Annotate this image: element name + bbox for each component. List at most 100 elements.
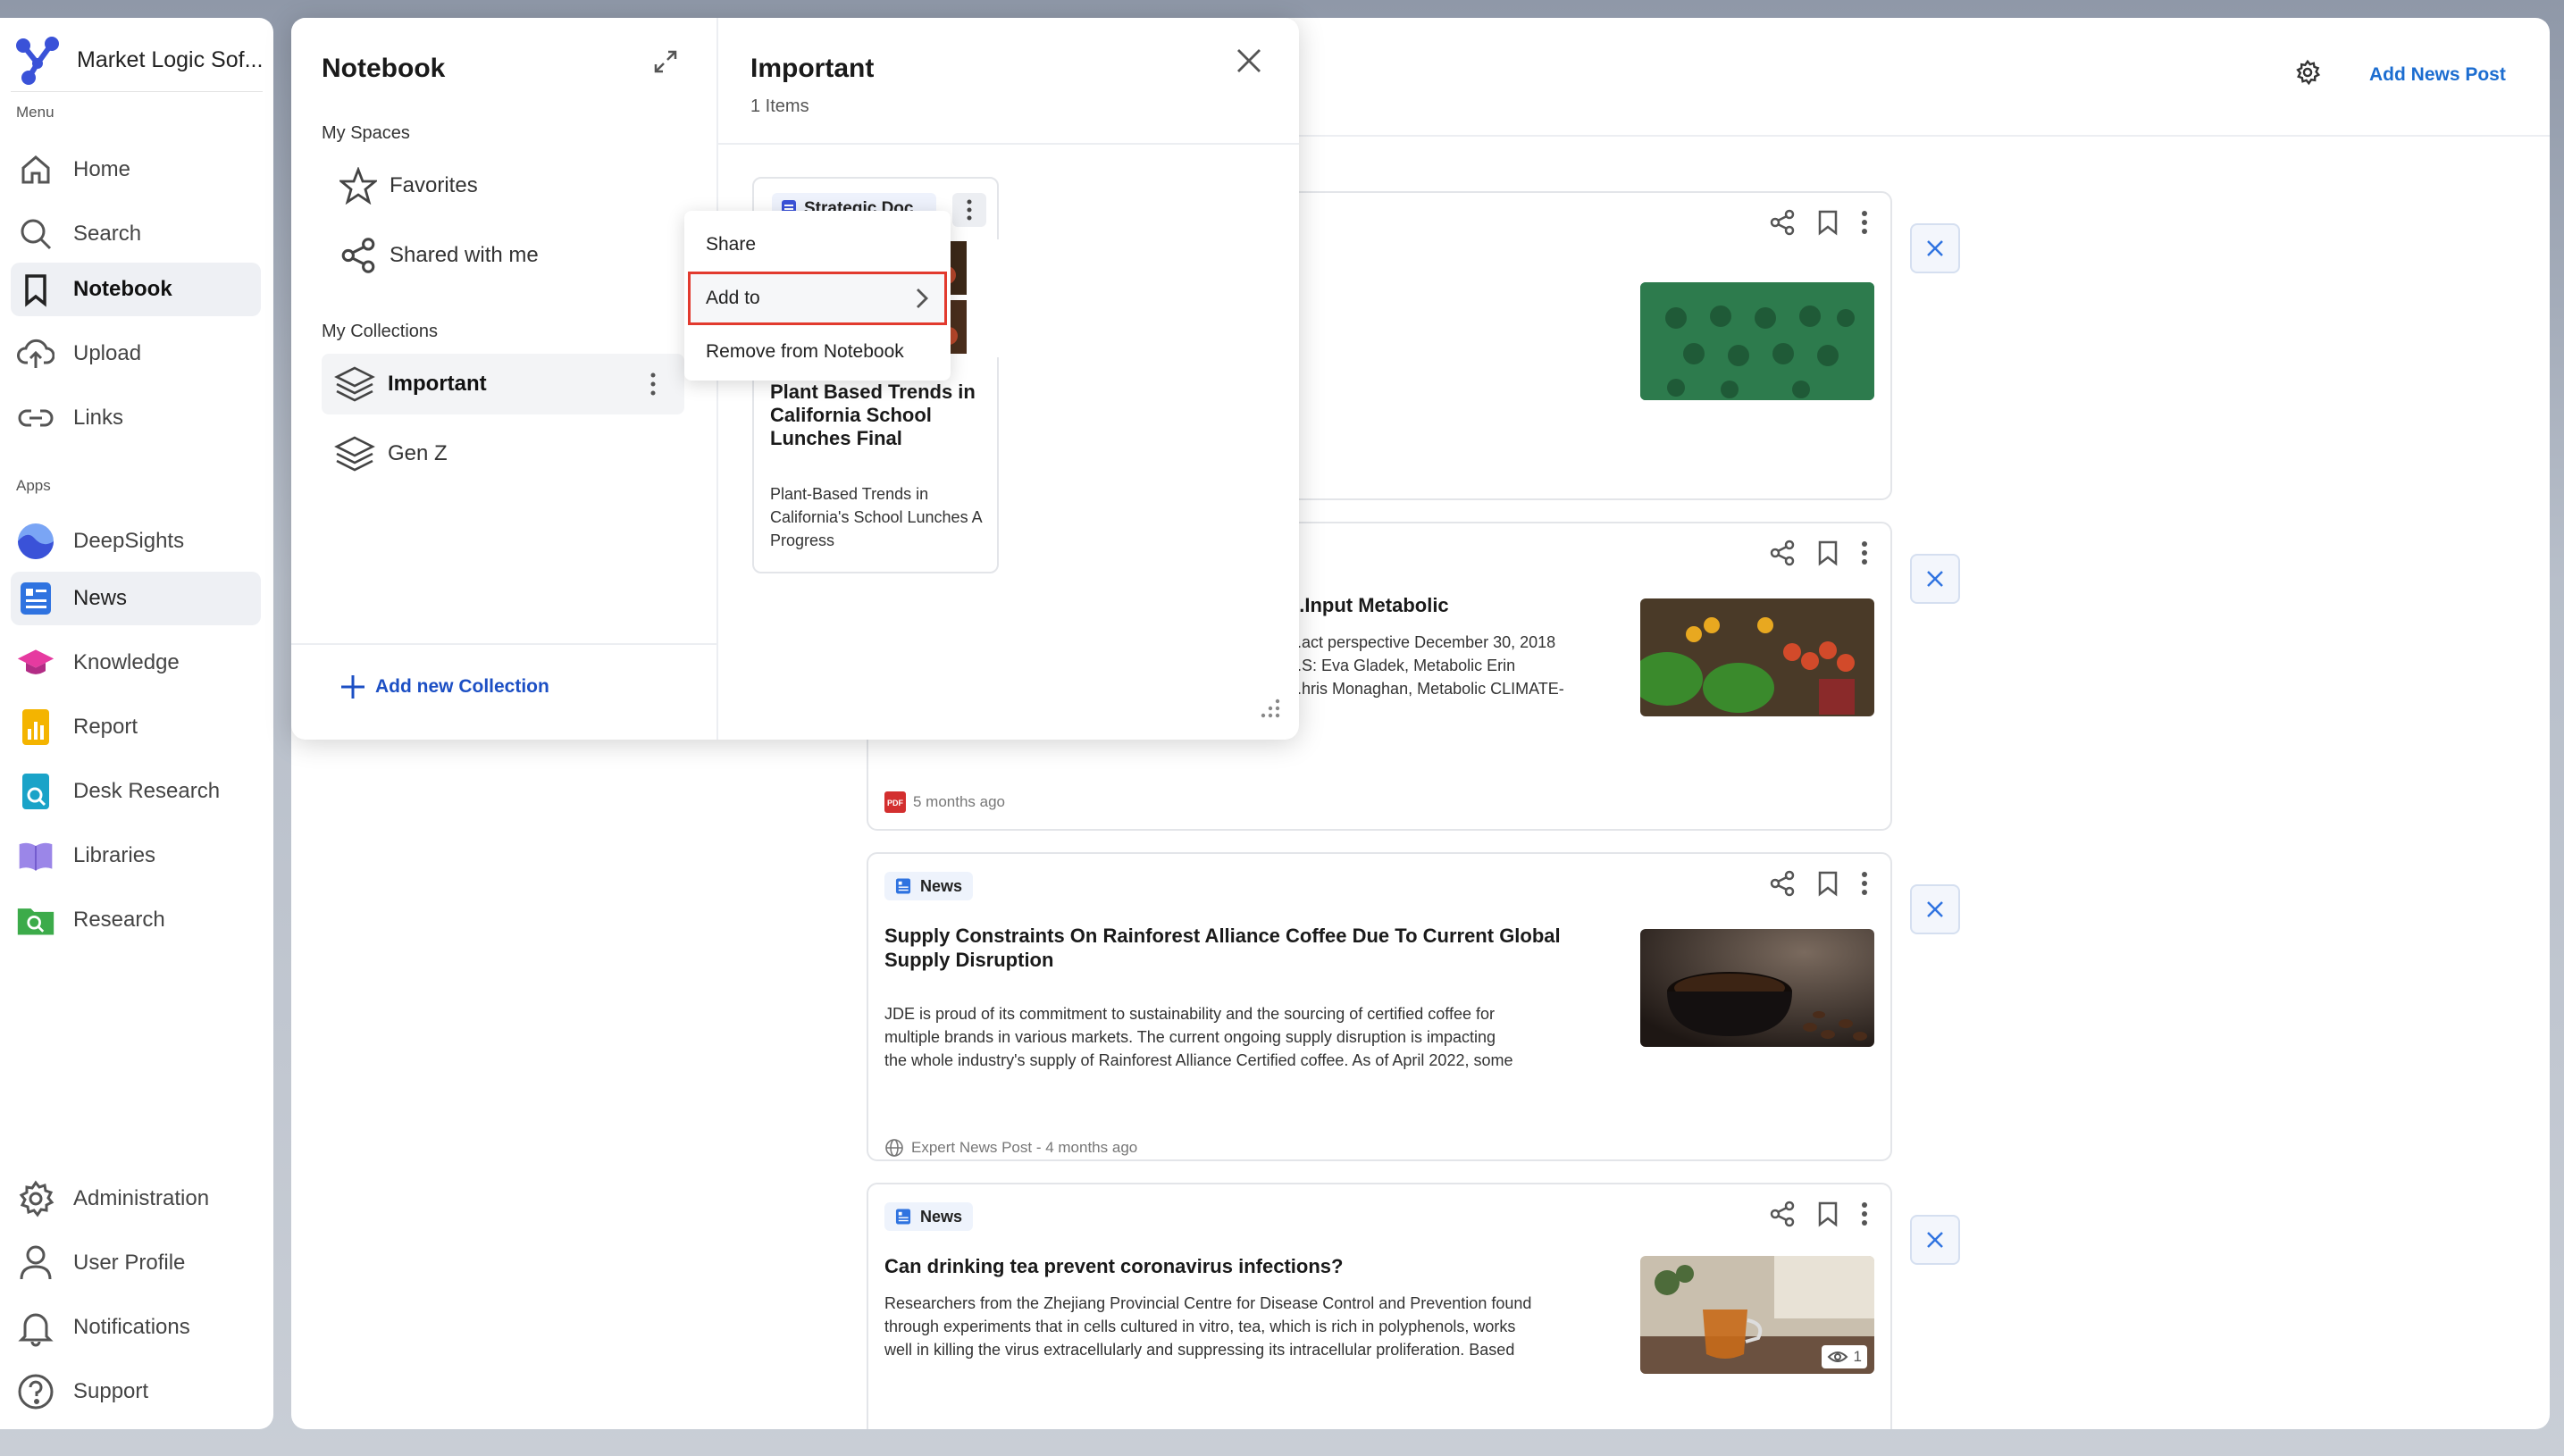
card-thumbnail — [1640, 598, 1874, 716]
card-thumbnail — [1640, 929, 1874, 1047]
collection-header: Important 1 Items — [718, 18, 1299, 145]
sidebar-item-news[interactable]: News — [11, 572, 261, 625]
more-vertical-icon[interactable] — [1860, 540, 1869, 566]
sidebar-item-administration[interactable]: Administration — [11, 1172, 261, 1226]
sidebar-item-notifications[interactable]: Notifications — [11, 1301, 261, 1354]
share-icon[interactable] — [1769, 540, 1796, 566]
notebook-footer: Add new Collection — [291, 643, 718, 740]
sidebar-item-report[interactable]: Report — [11, 700, 261, 754]
resize-grip-icon — [1261, 699, 1280, 718]
collection-gen-z[interactable]: Gen Z — [322, 423, 679, 484]
document-title[interactable]: Plant Based Trends in California School … — [770, 381, 993, 450]
expand-icon — [654, 50, 677, 73]
collection-important[interactable]: Important — [322, 354, 684, 414]
menu-item-remove-from-notebook[interactable]: Remove from Notebook — [684, 325, 951, 379]
sidebar-item-search[interactable]: Search — [11, 207, 261, 261]
my-collections-label: My Collections — [322, 322, 439, 341]
sidebar-item-research[interactable]: Research — [11, 893, 261, 947]
sidebar-item-knowledge[interactable]: Knowledge — [11, 636, 261, 690]
sidebar-item-user-profile[interactable]: User Profile — [11, 1236, 261, 1290]
news-icon — [895, 878, 911, 894]
dismiss-button[interactable] — [1910, 554, 1960, 604]
share-icon — [341, 238, 375, 273]
more-vertical-icon[interactable] — [1860, 870, 1869, 897]
content-type-badge: News — [884, 1202, 974, 1231]
bookmark-icon[interactable] — [1817, 870, 1839, 897]
news-card[interactable]: News Supply Constraints On Rainforest Al… — [867, 852, 1892, 1161]
sidebar-item-label: Report — [73, 715, 138, 739]
logo-icon — [16, 37, 59, 85]
more-vertical-icon[interactable] — [1860, 209, 1869, 236]
card-actions — [1769, 209, 1869, 236]
gear-icon — [2296, 59, 2321, 86]
collection-count: 1 Items — [750, 96, 809, 116]
expand-button[interactable] — [652, 48, 679, 79]
close-icon — [1237, 49, 1261, 72]
more-vertical-icon[interactable] — [1860, 1201, 1869, 1227]
dismiss-button[interactable] — [1910, 1215, 1960, 1265]
brand[interactable]: Market Logic Sof... — [11, 29, 263, 91]
sidebar-item-label: Knowledge — [73, 650, 180, 674]
knowledge-icon — [16, 643, 55, 682]
libraries-icon — [16, 836, 55, 875]
share-icon[interactable] — [1769, 209, 1796, 236]
sidebar-item-notebook[interactable]: Notebook — [11, 263, 261, 316]
sidebar-item-desk-research[interactable]: Desk Research — [11, 765, 261, 818]
settings-button[interactable] — [2294, 59, 2321, 90]
share-icon[interactable] — [1769, 870, 1796, 897]
document-context-menu: Share Add to Remove from Notebook — [684, 211, 951, 381]
menu-section-label: Menu — [16, 104, 54, 121]
share-icon[interactable] — [1769, 1201, 1796, 1227]
globe-icon — [885, 1139, 903, 1157]
sidebar-item-home[interactable]: Home — [11, 143, 261, 197]
sidebar-item-support[interactable]: Support — [11, 1365, 261, 1418]
add-collection-button[interactable]: Add new Collection — [339, 674, 549, 700]
card-title[interactable]: Supply Constraints On Rainforest Allianc… — [884, 924, 1617, 972]
sidebar-item-upload[interactable]: Upload — [11, 327, 261, 381]
bookmark-icon[interactable] — [1817, 209, 1839, 236]
menu-item-label: Add to — [706, 288, 760, 308]
menu-item-share[interactable]: Share — [684, 218, 951, 272]
star-icon — [339, 167, 377, 205]
search-icon — [16, 214, 55, 254]
layers-icon — [334, 366, 375, 402]
dismiss-button[interactable] — [1910, 223, 1960, 273]
card-excerpt: JDE is proud of its commitment to sustai… — [884, 1005, 1513, 1069]
space-favorites[interactable]: Favorites — [327, 155, 684, 216]
dismiss-button[interactable] — [1910, 884, 1960, 934]
sidebar-item-libraries[interactable]: Libraries — [11, 829, 261, 883]
document-more-button[interactable] — [952, 193, 986, 227]
my-spaces-label: My Spaces — [322, 123, 410, 143]
sidebar-item-label: Administration — [73, 1186, 210, 1210]
close-icon — [1927, 571, 1943, 587]
sidebar-item-label: Search — [73, 222, 142, 246]
bookmark-icon — [16, 270, 55, 309]
user-icon — [16, 1243, 55, 1283]
bookmark-icon[interactable] — [1817, 540, 1839, 566]
pdf-icon: PDF — [884, 791, 906, 813]
gear-icon — [16, 1179, 55, 1218]
close-icon — [1927, 240, 1943, 256]
notebook-title: Notebook — [322, 54, 446, 83]
sidebar-item-links[interactable]: Links — [11, 391, 261, 445]
sidebar-item-deepsights[interactable]: DeepSights — [11, 515, 261, 568]
menu-item-add-to[interactable]: Add to — [688, 272, 947, 325]
more-vertical-icon[interactable] — [649, 371, 658, 397]
card-title[interactable]: Can drinking tea prevent coronavirus inf… — [884, 1254, 1617, 1278]
sidebar-item-label: Links — [73, 406, 124, 430]
sidebar-item-label: DeepSights — [73, 529, 185, 553]
space-shared-with-me[interactable]: Shared with me — [327, 225, 684, 286]
sidebar-item-label: User Profile — [73, 1251, 186, 1275]
resize-handle[interactable] — [1258, 698, 1281, 725]
link-icon — [16, 398, 55, 438]
sidebar-item-label: Desk Research — [73, 779, 221, 803]
bookmark-icon[interactable] — [1817, 1201, 1839, 1227]
news-card[interactable]: News Can drinking tea prevent coronaviru… — [867, 1183, 1892, 1429]
close-button[interactable] — [1235, 46, 1263, 79]
sidebar-item-label: Support — [73, 1379, 149, 1403]
news-icon — [16, 579, 55, 618]
add-news-post-button[interactable]: Add News Post — [2369, 64, 2506, 86]
sidebar-item-label: Research — [73, 908, 165, 932]
document-excerpt: Plant-Based Trends in California's Schoo… — [770, 485, 982, 549]
desk-research-icon — [16, 772, 55, 811]
